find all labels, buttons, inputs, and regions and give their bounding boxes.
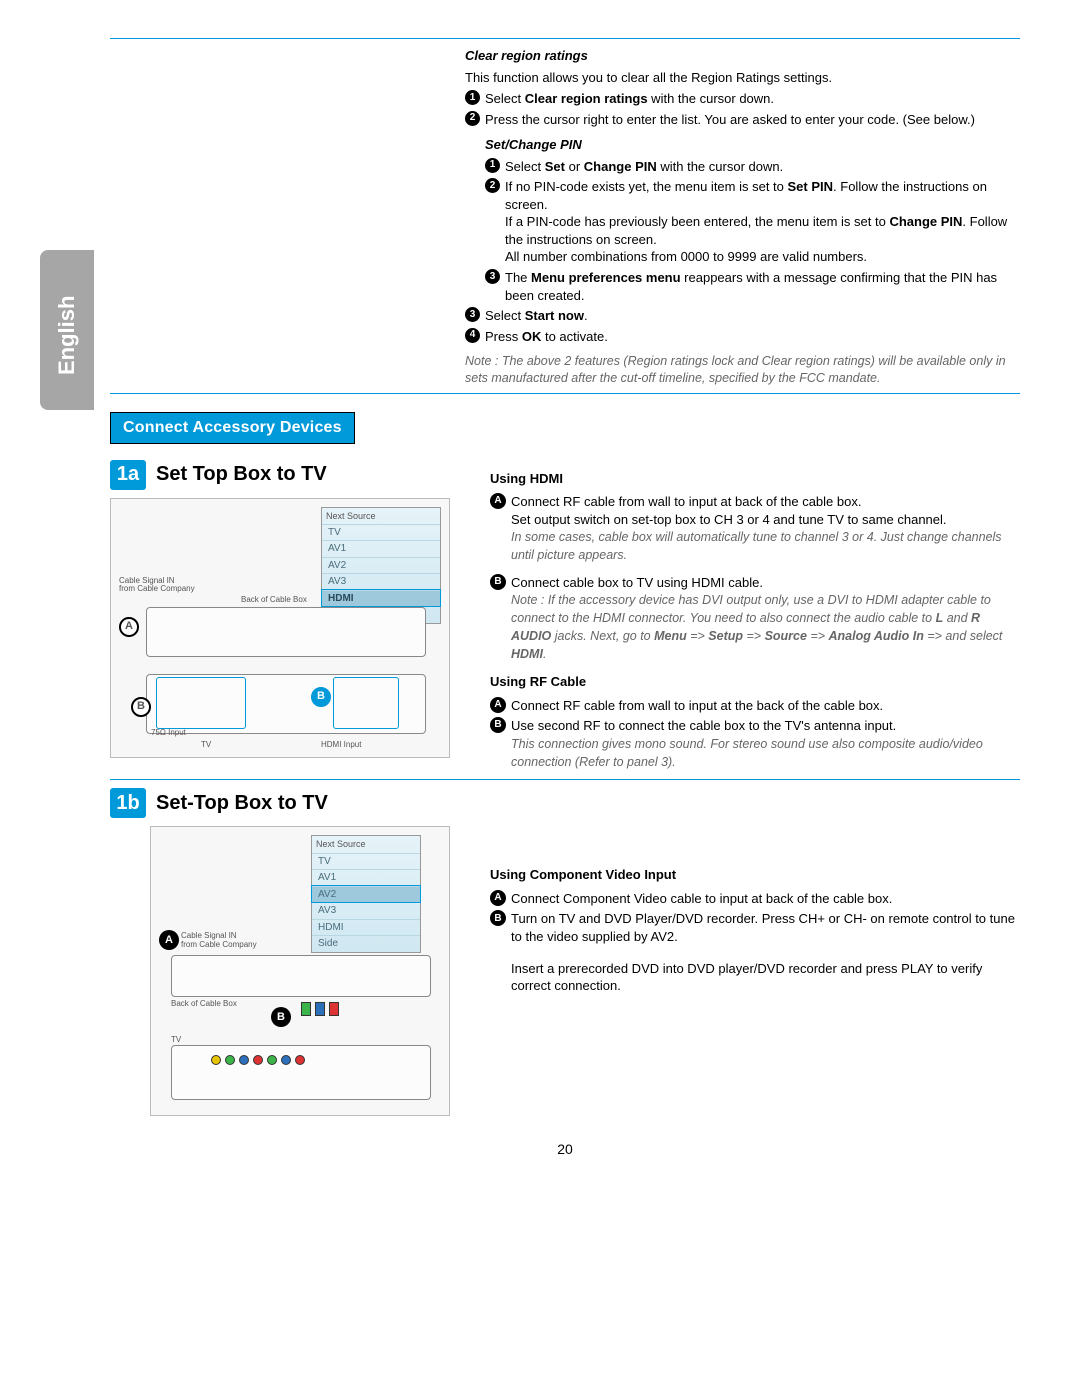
- num-4-icon: 4: [465, 328, 480, 343]
- osd-item: AV2: [322, 557, 440, 574]
- rf-step-b: B Use second RF to connect the cable box…: [490, 717, 1020, 770]
- crr-step-1-text: Select Clear region ratings with the cur…: [485, 90, 1020, 108]
- num-3-icon: 3: [485, 269, 500, 284]
- badge-1a: 1a: [110, 460, 146, 490]
- num-1-icon: 1: [485, 158, 500, 173]
- crr-step-1: 1 Select Clear region ratings with the c…: [465, 90, 1020, 108]
- scp-step-3: 3 The Menu preferences menu reappears wi…: [485, 269, 1020, 304]
- letter-b-icon: B: [490, 574, 506, 590]
- comp-step-b: B Turn on TV and DVD Player/DVD recorder…: [490, 910, 1020, 945]
- connect-devices-heading: Connect Accessory Devices: [110, 412, 355, 444]
- rf-step-a: A Connect RF cable from wall to input at…: [490, 697, 1020, 715]
- using-rf-heading: Using RF Cable: [490, 673, 1020, 691]
- comp-final-text: Insert a prerecorded DVD into DVD player…: [511, 960, 1020, 995]
- language-tab: English: [40, 250, 94, 410]
- diagram-1b: Next Source TV AV1 AV2 AV3 HDMI Side Cab…: [150, 826, 450, 1116]
- diagram-1a: Next Source TV AV1 AV2 AV3 HDMI Side Cab…: [110, 498, 450, 758]
- osd-item-selected: HDMI: [322, 590, 440, 607]
- marker-a-icon: A: [119, 617, 139, 637]
- back-box-label-1b: Back of Cable Box: [171, 999, 237, 1010]
- cable-in-label: Cable Signal INfrom Cable Company: [119, 577, 195, 595]
- comp-a-text: Connect Component Video cable to input a…: [511, 890, 1020, 908]
- osd-menu-1b: Next Source TV AV1 AV2 AV3 HDMI Side: [311, 835, 421, 952]
- osd-header: Next Source: [322, 508, 440, 524]
- scp-step-1: 1 Select Set or Change PIN with the curs…: [485, 158, 1020, 176]
- osd-item: HDMI: [312, 919, 420, 936]
- osd-item: AV3: [322, 573, 440, 590]
- clear-region-intro: This function allows you to clear all th…: [465, 69, 1020, 87]
- hdmi-step-b: B Connect cable box to TV using HDMI cab…: [490, 574, 1020, 663]
- osd-header: Next Source: [312, 836, 420, 852]
- osd-item: TV: [322, 524, 440, 541]
- scp-step-2-text: If no PIN-code exists yet, the menu item…: [505, 178, 1020, 266]
- divider: [110, 393, 1020, 394]
- back-box-label: Back of Cable Box: [241, 595, 307, 606]
- outer-step-4: 4 Press OK to activate.: [465, 328, 1020, 346]
- page-number: 20: [110, 1140, 1020, 1159]
- section-1b-header: 1b Set-Top Box to TV: [110, 788, 1020, 818]
- hdmi-label: HDMI Input: [321, 740, 361, 751]
- num-3-icon: 3: [465, 307, 480, 322]
- letter-a-icon: A: [490, 493, 506, 509]
- tv-label: TV: [201, 740, 211, 751]
- letter-a-icon: A: [490, 697, 506, 713]
- marker-b-icon: B: [271, 1007, 291, 1027]
- clear-region-section: Clear region ratings This function allow…: [465, 47, 1020, 387]
- set-change-pin-title: Set/Change PIN: [485, 136, 1020, 154]
- osd-item: Side: [312, 935, 420, 952]
- num-1-icon: 1: [465, 90, 480, 105]
- scp-step-1-text: Select Set or Change PIN with the cursor…: [505, 158, 1020, 176]
- marker-b-icon: B: [131, 697, 151, 717]
- hdmi-a-text: Connect RF cable from wall to input at b…: [511, 493, 1020, 564]
- hdmi-b-text: Connect cable box to TV using HDMI cable…: [511, 574, 1020, 663]
- comp-step-a: A Connect Component Video cable to input…: [490, 890, 1020, 908]
- hdmi-step-a: A Connect RF cable from wall to input at…: [490, 493, 1020, 564]
- section-1b-title: Set-Top Box to TV: [156, 790, 328, 817]
- num-2-icon: 2: [465, 111, 480, 126]
- scp-step-3-text: The Menu preferences menu reappears with…: [505, 269, 1020, 304]
- section-1a-header: 1a Set Top Box to TV: [110, 460, 460, 490]
- osd-item: AV3: [312, 902, 420, 919]
- outer-step-4-text: Press OK to activate.: [485, 328, 1020, 346]
- using-component-heading: Using Component Video Input: [490, 866, 1020, 884]
- outer-step-3-text: Select Start now.: [485, 307, 1020, 325]
- rf-b-text: Use second RF to connect the cable box t…: [511, 717, 1020, 770]
- letter-a-icon: A: [490, 890, 506, 906]
- badge-1b: 1b: [110, 788, 146, 818]
- osd-item-selected: AV2: [312, 886, 420, 903]
- crr-step-2: 2 Press the cursor right to enter the li…: [465, 111, 1020, 129]
- osd-item: AV1: [312, 869, 420, 886]
- letter-b-icon: B: [490, 910, 506, 926]
- section-1a-title: Set Top Box to TV: [156, 461, 327, 488]
- fcc-note: Note : The above 2 features (Region rati…: [465, 353, 1020, 387]
- cable-in-label-1b: Cable Signal INfrom Cable Company: [181, 932, 257, 950]
- marker-b-blue-icon: B: [311, 687, 331, 707]
- osd-item: AV1: [322, 540, 440, 557]
- scp-step-2: 2 If no PIN-code exists yet, the menu it…: [485, 178, 1020, 266]
- comp-b-text: Turn on TV and DVD Player/DVD recorder. …: [511, 910, 1020, 945]
- divider: [110, 779, 1020, 780]
- clear-region-title: Clear region ratings: [465, 47, 1020, 65]
- marker-a-icon: A: [159, 930, 179, 950]
- num-2-icon: 2: [485, 178, 500, 193]
- ohm-label: 75Ω Input: [151, 728, 186, 739]
- osd-item: TV: [312, 853, 420, 870]
- outer-step-3: 3 Select Start now.: [465, 307, 1020, 325]
- crr-step-2-text: Press the cursor right to enter the list…: [485, 111, 1020, 129]
- letter-b-icon: B: [490, 717, 506, 733]
- rf-a-text: Connect RF cable from wall to input at t…: [511, 697, 1020, 715]
- divider: [110, 38, 1020, 39]
- using-hdmi-heading: Using HDMI: [490, 470, 1020, 488]
